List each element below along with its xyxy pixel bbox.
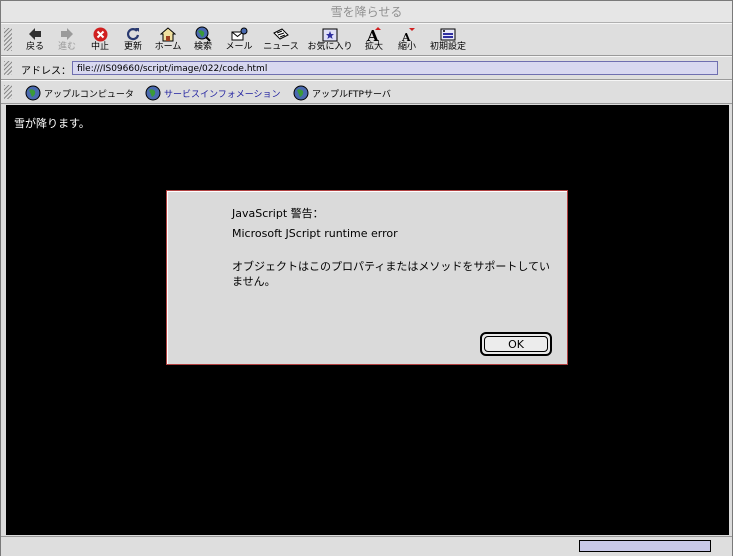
favorite-link-service-information[interactable]: サービスインフォメーション [145, 85, 281, 101]
favorites-icon [322, 28, 338, 41]
mail-icon [231, 27, 248, 40]
home-button[interactable]: ホーム [152, 26, 184, 53]
page-text: 雪が降ります。 [14, 117, 90, 130]
news-button[interactable]: ニュース [261, 26, 301, 53]
preferences-label: 初期設定 [429, 42, 466, 52]
home-label: ホーム [154, 42, 182, 52]
address-bar: アドレス： file:///IS09660/script/image/022/c… [1, 56, 732, 80]
search-label: 検索 [193, 42, 212, 52]
back-label: 戻る [25, 42, 44, 52]
news-label: ニュース [263, 42, 299, 52]
refresh-icon [126, 28, 140, 41]
zoom-out-label: 縮小 [397, 42, 416, 52]
stop-icon [93, 27, 107, 41]
dialog-title: JavaScript 警告： [232, 207, 324, 220]
favorite-label: サービスインフォメーション [164, 89, 281, 100]
preferences-button[interactable]: 初期設定 [428, 26, 468, 53]
globe-icon [293, 85, 309, 101]
refresh-label: 更新 [123, 42, 142, 52]
ok-button[interactable]: OK [480, 332, 552, 356]
favorite-link-apple-ftp-server[interactable]: アップルFTPサーバ [293, 85, 391, 101]
favorite-label: アップルFTPサーバ [312, 89, 391, 100]
alert-dialog: JavaScript 警告： Microsoft JScript runtime… [166, 190, 568, 365]
browser-window: 雪を降らせる 戻る 進む 中止 更新 ホーム 検索 メール ニュース お気に入り… [0, 0, 733, 556]
favorites-bar: アップルコンピュータ サービスインフォメーション アップルFTPサーバ [1, 80, 732, 104]
favorites-bar-grip[interactable] [4, 85, 12, 99]
toolbar: 戻る 進む 中止 更新 ホーム 検索 メール ニュース お気に入り A 拡大 A… [1, 23, 732, 56]
zoom-in-icon: A [366, 27, 381, 42]
dialog-error-text: Microsoft JScript runtime error [232, 227, 398, 240]
refresh-button[interactable]: 更新 [121, 26, 145, 53]
svg-text:A: A [401, 31, 411, 42]
favorite-link-apple-computer[interactable]: アップルコンピュータ [25, 85, 134, 101]
address-bar-grip[interactable] [4, 61, 12, 75]
forward-label: 進む [57, 42, 76, 52]
ok-button-label: OK [484, 336, 548, 352]
favorite-label: アップルコンピュータ [44, 89, 134, 100]
toolbar-grip[interactable] [4, 28, 12, 51]
mail-button[interactable]: メール [223, 26, 255, 53]
forward-button[interactable]: 進む [55, 26, 79, 53]
forward-arrow-icon [61, 28, 73, 40]
address-input[interactable]: file:///IS09660/script/image/022/code.ht… [72, 61, 718, 75]
search-button[interactable]: 検索 [191, 26, 215, 53]
title-bar[interactable]: 雪を降らせる [1, 1, 732, 23]
globe-icon [145, 85, 161, 101]
favorites-button[interactable]: お気に入り [306, 26, 354, 53]
progress-bar [579, 540, 711, 552]
back-arrow-icon [29, 28, 41, 40]
dialog-message: オブジェクトはこのプロパティまたはメソッドをサポートしていません。 [232, 260, 551, 288]
window-title: 雪を降らせる [330, 5, 403, 19]
page-content: 雪が降ります。 JavaScript 警告： Microsoft JScript… [6, 105, 729, 535]
stop-label: 中止 [90, 42, 109, 52]
globe-icon [25, 85, 41, 101]
address-label: アドレス： [21, 66, 71, 77]
zoom-in-label: 拡大 [364, 42, 383, 52]
stop-button[interactable]: 中止 [88, 26, 112, 53]
zoom-out-button[interactable]: A 縮小 [395, 26, 419, 53]
search-globe-icon [195, 26, 211, 42]
home-icon [160, 26, 176, 41]
status-bar [1, 536, 732, 556]
zoom-out-icon: A [401, 28, 415, 42]
favorites-label: お気に入り [307, 42, 353, 52]
mail-label: メール [225, 42, 253, 52]
zoom-in-button[interactable]: A 拡大 [362, 26, 386, 53]
preferences-icon [440, 28, 456, 40]
back-button[interactable]: 戻る [23, 26, 47, 53]
news-icon [273, 27, 289, 40]
progress-fill [580, 541, 710, 551]
